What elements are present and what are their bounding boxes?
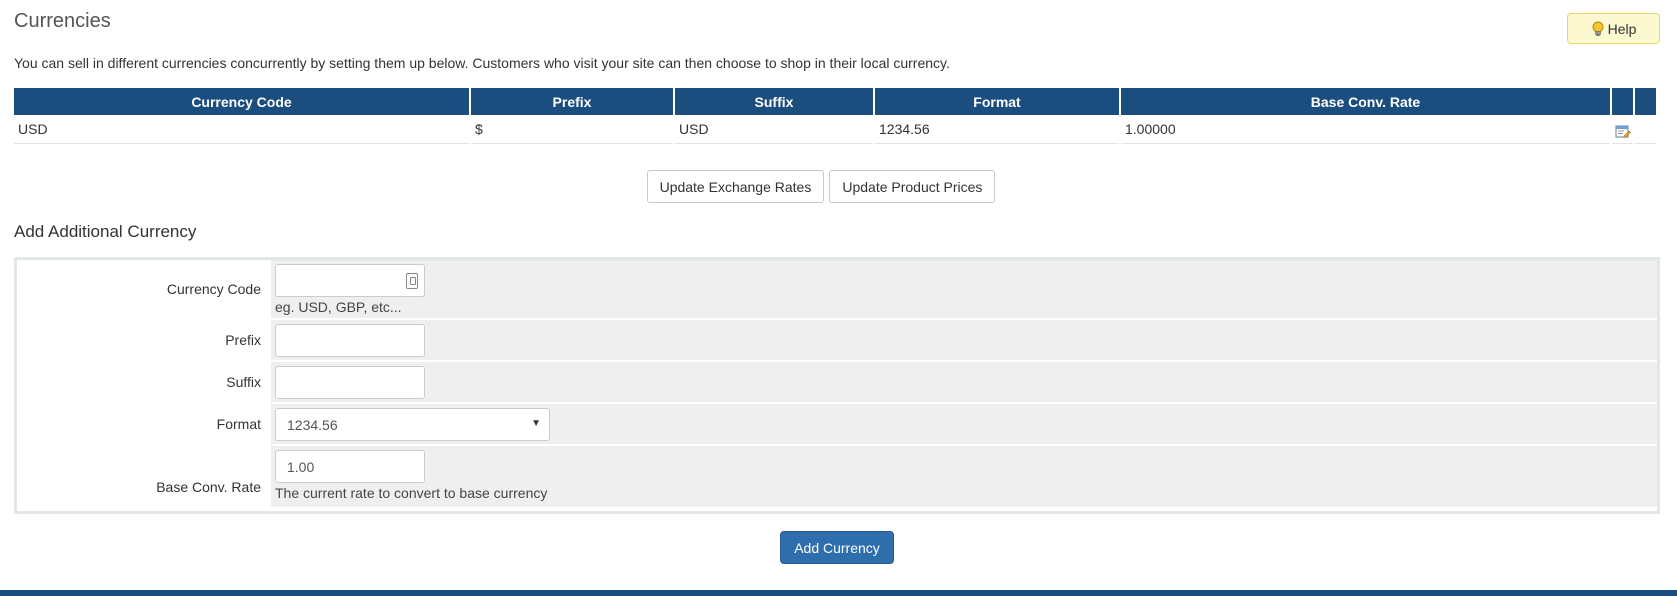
base-rate-hint: The current rate to convert to base curr… — [275, 485, 548, 501]
update-product-prices-button[interactable]: Update Product Prices — [829, 170, 996, 203]
form-row-base-rate: Base Conv. Rate 1.00 The current rate to… — [17, 446, 1657, 507]
form-row-suffix: Suffix — [17, 362, 1657, 404]
cell-base-rate: 1.00000 — [1121, 115, 1610, 144]
header-action-delete — [1635, 88, 1656, 115]
table-row: USD $ USD 1234.56 1.00000 — [14, 115, 1656, 144]
cell-format: 1234.56 — [875, 115, 1119, 144]
prefix-input[interactable] — [275, 324, 425, 357]
currency-table: Currency Code Prefix Suffix Format Base … — [12, 88, 1658, 144]
page-title: Currencies — [14, 10, 111, 32]
intro-text: You can sell in different currencies con… — [14, 55, 950, 71]
format-selected-value: 1234.56 — [287, 416, 338, 433]
currency-code-hint: eg. USD, GBP, etc... — [275, 299, 402, 315]
help-button[interactable]: Help — [1567, 13, 1660, 44]
base-rate-input[interactable]: 1.00 — [275, 450, 425, 483]
header-prefix: Prefix — [471, 88, 673, 115]
chevron-down-icon: ▼ — [531, 418, 541, 429]
cell-edit — [1612, 115, 1633, 144]
base-rate-label: Base Conv. Rate — [17, 446, 268, 507]
header-base-rate: Base Conv. Rate — [1121, 88, 1610, 115]
add-currency-button[interactable]: Add Currency — [780, 531, 894, 564]
table-header-row: Currency Code Prefix Suffix Format Base … — [14, 88, 1656, 115]
form-row-currency-code: Currency Code eg. USD, GBP, etc... — [17, 260, 1657, 320]
cell-suffix: USD — [675, 115, 873, 144]
update-exchange-rates-button[interactable]: Update Exchange Rates — [646, 170, 825, 203]
cell-prefix: $ — [471, 115, 673, 144]
add-currency-form: Currency Code eg. USD, GBP, etc... Prefi… — [14, 257, 1660, 514]
edit-icon[interactable] — [1615, 123, 1631, 139]
table-actions: Update Exchange Rates Update Product Pri… — [0, 170, 1677, 203]
cell-currency-code: USD — [14, 115, 469, 144]
suffix-input[interactable] — [275, 366, 425, 399]
cell-empty — [1635, 115, 1656, 144]
footer-bar — [0, 590, 1677, 596]
header-format: Format — [875, 88, 1119, 115]
currency-code-label: Currency Code — [17, 260, 268, 318]
add-currency-title: Add Additional Currency — [14, 222, 197, 241]
header-action-edit — [1612, 88, 1633, 115]
header-suffix: Suffix — [675, 88, 873, 115]
currency-code-input[interactable] — [275, 264, 425, 297]
suffix-label: Suffix — [17, 362, 268, 402]
help-label: Help — [1607, 20, 1637, 37]
lightbulb-icon — [1592, 21, 1604, 36]
autofill-icon — [406, 273, 418, 289]
prefix-label: Prefix — [17, 320, 268, 360]
format-label: Format — [17, 404, 268, 444]
form-row-format: Format 1234.56 ▼ — [17, 404, 1657, 446]
form-row-prefix: Prefix — [17, 320, 1657, 362]
header-currency-code: Currency Code — [14, 88, 469, 115]
format-select[interactable]: 1234.56 ▼ — [275, 408, 550, 441]
